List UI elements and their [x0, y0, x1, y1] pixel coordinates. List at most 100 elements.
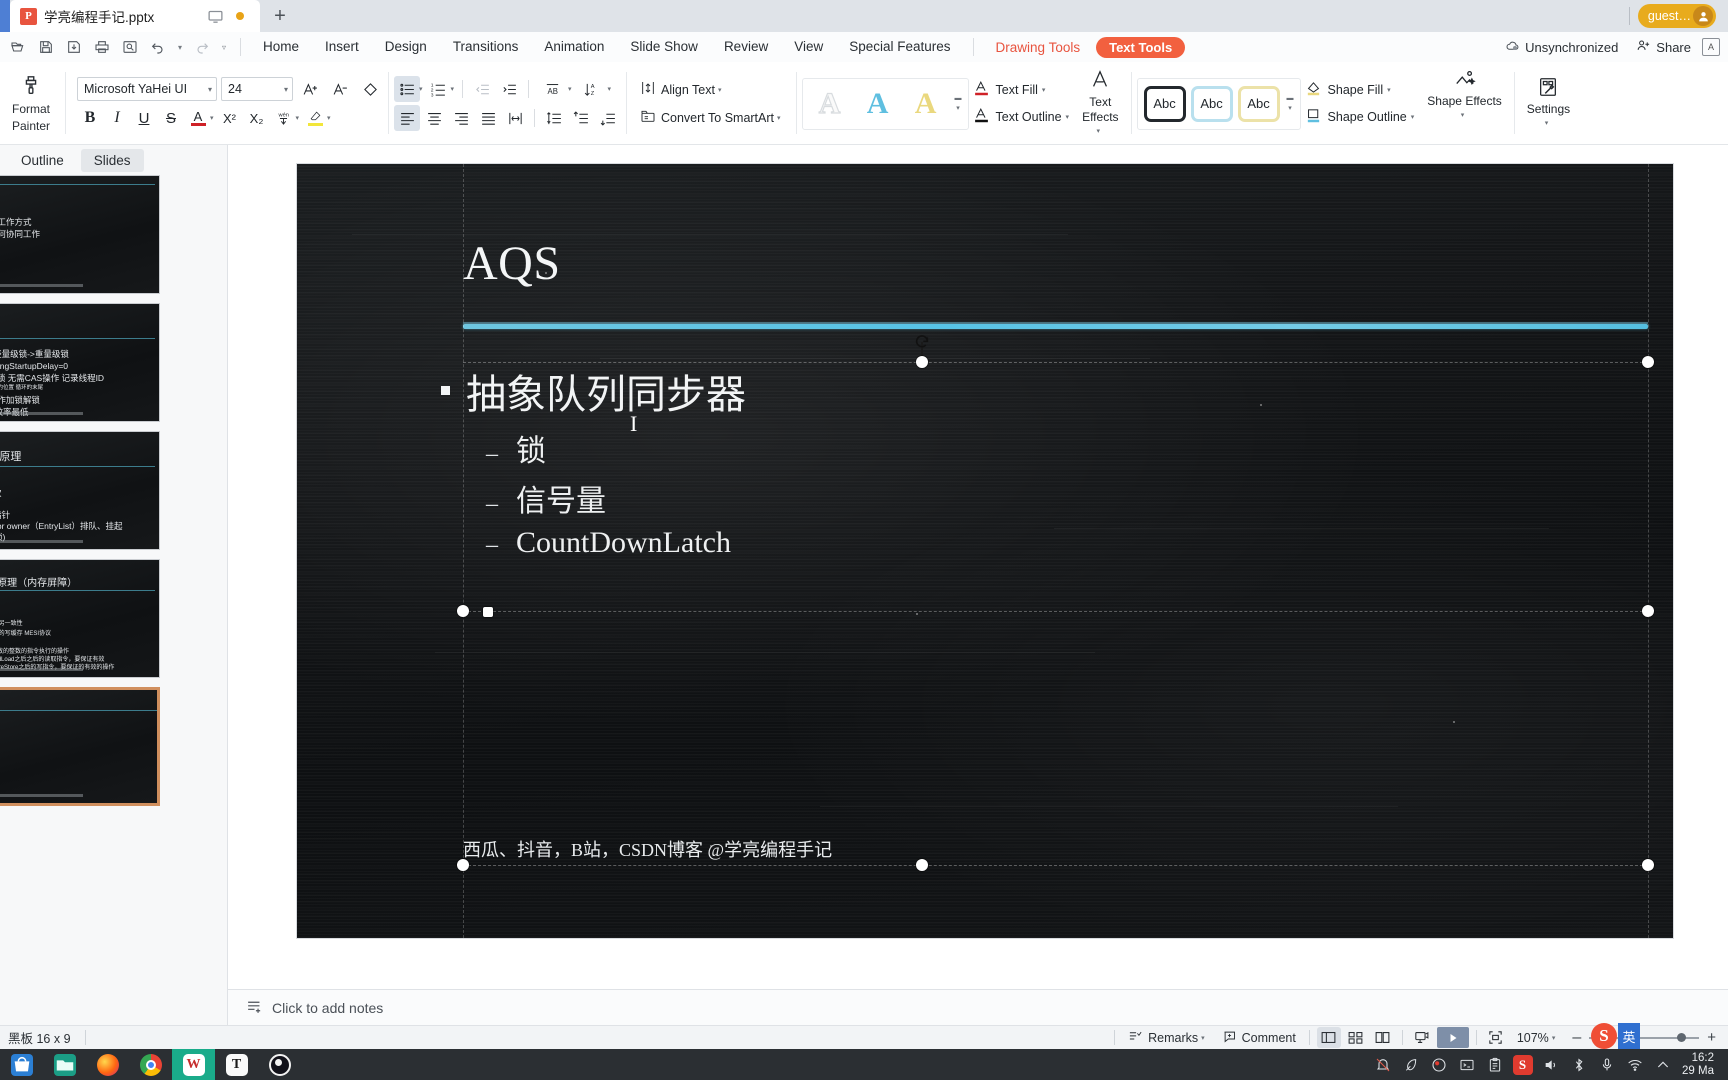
numbered-list-icon[interactable]: 123: [426, 76, 452, 102]
format-painter-button[interactable]: Format Painter: [2, 74, 60, 134]
chevron-down-icon[interactable]: ▾: [451, 85, 455, 93]
increase-indent-icon[interactable]: [496, 76, 522, 102]
thumbnail-list[interactable]: 了解程序JVM主内存中的工作方式 了JVM与计算机内存是如何协同工作 的一个计算…: [0, 175, 227, 1025]
zoom-in-icon[interactable]: +: [1707, 1030, 1716, 1045]
shape-style-2[interactable]: Abc: [1190, 85, 1233, 122]
remarks-button[interactable]: Remarks ▾: [1122, 1027, 1213, 1049]
clipboard-icon[interactable]: [1482, 1049, 1507, 1080]
current-slide[interactable]: AQS 抽象队列同步器 – 锁 – 信号量 – CountDownLatch I…: [297, 164, 1673, 938]
selection-handle-bottom-right[interactable]: [1642, 859, 1654, 871]
align-text-button[interactable]: Align Text ▾: [636, 78, 787, 101]
chevron-down-icon[interactable]: ▾: [1097, 125, 1101, 139]
decrease-indent-icon[interactable]: [469, 76, 495, 102]
text-fill-button[interactable]: Text Fill ▾: [973, 80, 1072, 100]
rotate-handle-icon[interactable]: [914, 334, 930, 350]
slide-body-placeholder[interactable]: 抽象队列同步器 – 锁 – 信号量 – CountDownLatch: [441, 362, 1521, 560]
chevron-down-icon[interactable]: ▾: [1545, 117, 1549, 131]
share-button[interactable]: Share: [1629, 38, 1698, 56]
slide-canvas-area[interactable]: AQS 抽象队列同步器 – 锁 – 信号量 – CountDownLatch I…: [228, 145, 1728, 1025]
menu-item-special-features[interactable]: Special Features: [836, 32, 963, 62]
slide-footer-text[interactable]: 西瓜、抖音，B站，CSDN博客 @学亮编程手记: [463, 836, 832, 862]
obs-tray-icon[interactable]: [1426, 1049, 1451, 1080]
font-family-combo[interactable]: Microsoft YaHei UI ▾: [77, 77, 217, 101]
chevron-down-icon[interactable]: ▾: [1042, 86, 1046, 94]
zoom-slider[interactable]: – +: [1566, 1029, 1722, 1045]
slide-title[interactable]: AQS: [463, 236, 561, 291]
slide-bullet-level2-item-3[interactable]: – CountDownLatch: [486, 526, 1521, 560]
fit-to-window-icon[interactable]: [1484, 1027, 1508, 1048]
selection-handle-mid-left[interactable]: [457, 605, 469, 617]
wordart-gallery[interactable]: A A A ▬ ▾: [801, 77, 969, 130]
taskbar-firefox[interactable]: [86, 1049, 129, 1080]
menu-item-design[interactable]: Design: [372, 32, 440, 62]
align-center-icon[interactable]: [421, 105, 447, 131]
taskbar-file-manager[interactable]: [43, 1049, 86, 1080]
align-right-icon[interactable]: [448, 105, 474, 131]
zoom-out-icon[interactable]: –: [1572, 1029, 1581, 1045]
font-color-button[interactable]: A: [185, 105, 211, 131]
space-after-icon[interactable]: [595, 105, 621, 131]
chevron-down-icon[interactable]: ▾: [210, 114, 214, 122]
undo-icon[interactable]: [145, 34, 171, 60]
thumbnail-slide-5[interactable]: 队列同步器 tDownLatch: [0, 687, 160, 806]
tab-slides[interactable]: Slides: [80, 148, 144, 172]
thumbnail-slide-3[interactable]: onized实现互斥性的原理 ：标记位 同步锁对象的计数 默认1次 markwo…: [0, 431, 160, 550]
zoom-level-button[interactable]: 107% ▾: [1511, 1027, 1564, 1049]
wordart-sample-2[interactable]: A: [857, 83, 899, 125]
document-tab[interactable]: P 学亮编程手记.pptx: [10, 0, 260, 32]
selection-handle-top-right[interactable]: [1642, 356, 1654, 368]
settings-button[interactable]: Settings ▾: [1520, 76, 1577, 131]
sogou-input-icon[interactable]: S: [1510, 1049, 1535, 1080]
font-size-combo[interactable]: 24 ▾: [221, 77, 293, 101]
presenter-view-icon[interactable]: [1410, 1027, 1434, 1048]
comment-button[interactable]: Comment: [1216, 1027, 1302, 1049]
monitor-icon[interactable]: [207, 8, 224, 25]
chevron-down-icon[interactable]: ▾: [1387, 86, 1391, 94]
chevron-down-icon[interactable]: ▾: [327, 114, 331, 122]
shape-outline-button[interactable]: Shape Outline ▾: [1305, 107, 1417, 127]
superscript-button[interactable]: X²: [217, 105, 243, 131]
menu-item-home[interactable]: Home: [250, 32, 312, 62]
chevron-down-icon[interactable]: ▾: [777, 114, 781, 122]
taskbar-obs-studio[interactable]: [258, 1049, 301, 1080]
sogou-ime-floating-indicator[interactable]: S 英: [1591, 1023, 1640, 1049]
taskbar-wps-office[interactable]: W: [172, 1049, 215, 1080]
text-outline-button[interactable]: Text Outline ▾: [973, 107, 1072, 127]
distribute-text-icon[interactable]: [502, 105, 528, 131]
taskbar-chrome[interactable]: [129, 1049, 172, 1080]
undo-dropdown-caret-icon[interactable]: ▾: [173, 34, 187, 60]
clear-formatting-icon[interactable]: [357, 76, 383, 102]
line-spacing-icon[interactable]: [541, 105, 567, 131]
menu-item-view[interactable]: View: [781, 32, 836, 62]
menu-item-slide-show[interactable]: Slide Show: [617, 32, 711, 62]
open-folder-icon[interactable]: [5, 34, 31, 60]
menu-item-drawing-tools[interactable]: Drawing Tools: [983, 40, 1094, 55]
zoom-slider-knob[interactable]: [1677, 1032, 1687, 1042]
show-hidden-icon[interactable]: [1650, 1049, 1675, 1080]
selection-handle-mid-right[interactable]: [1642, 605, 1654, 617]
justify-icon[interactable]: [475, 105, 501, 131]
italic-button[interactable]: I: [104, 105, 130, 131]
reading-view-icon[interactable]: [1371, 1027, 1395, 1048]
slide-bullet-level2-item-2[interactable]: – 信号量: [486, 476, 1521, 520]
shape-effects-button[interactable]: Shape Effects ▾: [1420, 68, 1509, 139]
notifications-off-icon[interactable]: [1370, 1049, 1395, 1080]
wordart-sample-1[interactable]: A: [809, 83, 851, 125]
shape-style-1[interactable]: Abc: [1143, 85, 1186, 122]
print-preview-icon[interactable]: [117, 34, 143, 60]
chevron-down-icon[interactable]: ▾: [718, 86, 722, 94]
menu-item-text-tools[interactable]: Text Tools: [1096, 36, 1186, 58]
bulleted-list-icon[interactable]: [394, 76, 420, 102]
chevron-down-icon[interactable]: ▾: [296, 114, 300, 122]
feather-icon[interactable]: [1398, 1049, 1423, 1080]
sort-az-icon[interactable]: AZ: [575, 76, 609, 102]
increase-font-size-icon[interactable]: [297, 76, 323, 102]
shape-style-3[interactable]: Abc: [1237, 85, 1280, 122]
space-before-icon[interactable]: [568, 105, 594, 131]
bold-button[interactable]: B: [77, 105, 103, 131]
chevron-down-icon[interactable]: ▾: [1201, 1034, 1205, 1042]
chevron-down-icon[interactable]: ▾: [1461, 109, 1465, 123]
taskbar-typora[interactable]: T: [215, 1049, 258, 1080]
wifi-icon[interactable]: [1622, 1049, 1647, 1080]
gallery-more-icon[interactable]: ▬ ▾: [953, 95, 962, 112]
